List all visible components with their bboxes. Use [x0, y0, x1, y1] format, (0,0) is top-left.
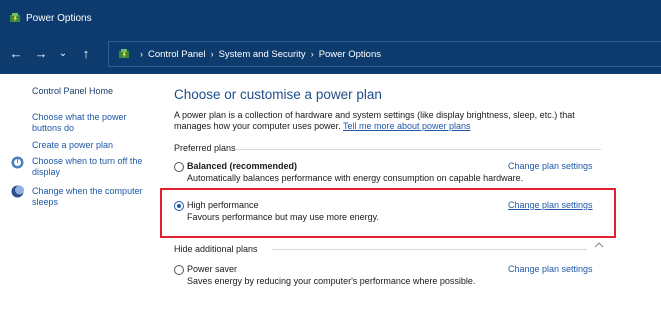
plan-power-saver-change-settings-link[interactable]: Change plan settings [508, 264, 593, 274]
navigation-bar: ← → ⌄ ↑ › Control Panel › System and Securi… [0, 36, 661, 74]
moon-icon [11, 185, 24, 198]
breadcrumb: › Control Panel › System and Security › Power… [135, 49, 381, 60]
recent-locations-chevron-icon[interactable]: ⌄ [55, 46, 71, 62]
plan-balanced-change-settings-link[interactable]: Change plan settings [508, 161, 593, 171]
plan-power-saver-name[interactable]: Power saver [187, 264, 237, 274]
chevron-up-icon[interactable] [594, 241, 604, 249]
breadcrumb-control-panel[interactable]: Control Panel [148, 49, 206, 60]
page-description: A power plan is a collection of hardware… [174, 110, 614, 132]
up-arrow-icon[interactable]: ↑ [78, 46, 94, 62]
preferred-plans-divider [236, 149, 601, 150]
back-arrow-icon[interactable]: ← [8, 46, 24, 62]
plan-balanced-radio[interactable] [174, 162, 184, 172]
hide-additional-plans-label[interactable]: Hide additional plans [174, 244, 258, 254]
breadcrumb-separator-icon: › [210, 49, 214, 59]
plan-balanced-description: Automatically balances performance with … [187, 173, 524, 183]
sidebar-item-computer-sleeps[interactable]: Change when the computer sleeps [32, 186, 152, 208]
monitor-icon [11, 156, 24, 169]
plan-power-saver-radio[interactable] [174, 265, 184, 275]
page-title: Choose or customise a power plan [174, 87, 382, 102]
breadcrumb-power-options[interactable]: Power Options [319, 49, 381, 60]
sidebar: Control Panel Home Choose what the power… [0, 74, 160, 335]
power-options-icon [10, 13, 20, 22]
preferred-plans-label: Preferred plans [174, 143, 236, 153]
sidebar-item-create-plan[interactable]: Create a power plan [32, 140, 152, 151]
highlight-box [160, 188, 616, 238]
breadcrumb-separator-icon: › [140, 49, 143, 59]
additional-plans-divider [272, 249, 587, 250]
sidebar-item-turn-off-display[interactable]: Choose when to turn off the display [32, 156, 152, 178]
forward-arrow-icon[interactable]: → [33, 46, 49, 62]
sidebar-control-panel-home[interactable]: Control Panel Home [32, 86, 113, 96]
title-bar: Power Options [0, 0, 661, 36]
breadcrumb-separator-icon: › [310, 49, 314, 59]
window-title: Power Options [26, 13, 92, 24]
control-panel-icon [119, 49, 129, 58]
breadcrumb-system-and-security[interactable]: System and Security [219, 49, 306, 60]
sidebar-item-power-buttons[interactable]: Choose what the power buttons do [32, 112, 152, 134]
learn-more-link[interactable]: Tell me more about power plans [343, 121, 471, 131]
plan-power-saver-description: Saves energy by reducing your computer's… [187, 276, 476, 286]
address-bar[interactable]: › Control Panel › System and Security › Power… [108, 41, 661, 67]
plan-balanced-name[interactable]: Balanced (recommended) [187, 161, 297, 171]
